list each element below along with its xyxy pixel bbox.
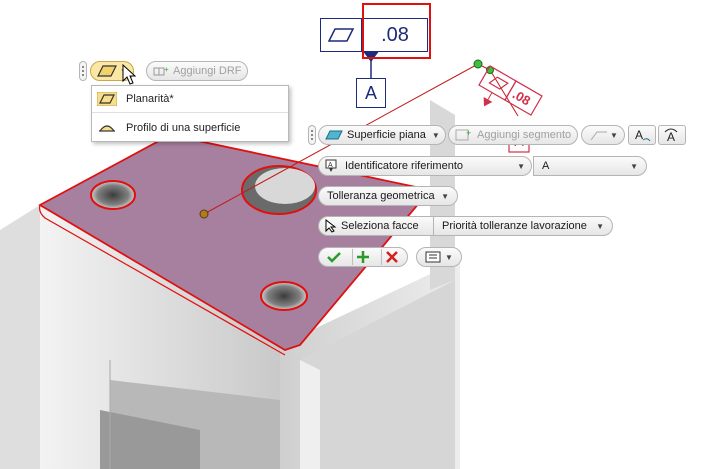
datum-value-dropdown[interactable]: A ▼: [533, 156, 647, 176]
surface-type-label: Superficie piana: [347, 129, 426, 141]
menu-item-label: Planarità*: [126, 93, 174, 105]
leader-grip-green[interactable]: [473, 59, 483, 69]
menu-item-flatness[interactable]: Planarità*: [92, 86, 288, 112]
mouse-cursor-icon: [122, 64, 137, 85]
line-style-dropdown[interactable]: ▼: [581, 125, 625, 145]
datum-box[interactable]: A: [356, 78, 386, 108]
datum-label: A: [364, 82, 377, 103]
hole-bottom: [260, 281, 308, 311]
chevron-down-icon: ▼: [610, 130, 618, 140]
add-segment-label: Aggiungi segmento: [477, 129, 572, 141]
plane-surface-icon: [325, 130, 343, 140]
toolbar-grip[interactable]: [79, 61, 87, 81]
machining-priority-label: Priorità tolleranze lavorazione: [442, 220, 587, 232]
flatness-icon: [327, 28, 355, 42]
surface-profile-icon: [97, 121, 117, 135]
gdt-symbol-cell[interactable]: [320, 18, 362, 52]
action-buttons: [318, 247, 408, 267]
cursor-select-icon: [325, 219, 337, 233]
ok-button[interactable]: [324, 249, 344, 265]
geometric-tolerance-dropdown[interactable]: Tolleranza geometrica ▼: [318, 186, 458, 206]
text-style-button[interactable]: A: [628, 125, 656, 145]
svg-text:A: A: [667, 130, 675, 143]
text-style-icon: A: [635, 128, 651, 142]
add-segment-button[interactable]: + Aggiungi segmento: [448, 125, 578, 145]
options-menu-icon: [425, 251, 441, 263]
preview-control-frame: .08: [478, 65, 543, 116]
hole-left: [90, 180, 136, 210]
attach-point[interactable]: [199, 209, 209, 219]
leader-style-icon: [590, 131, 607, 141]
chevron-down-icon: ▼: [517, 161, 525, 171]
surface-type-dropdown[interactable]: Superficie piana ▼: [318, 125, 446, 145]
menu-item-surface-profile[interactable]: Profilo di una superficie: [92, 115, 288, 141]
svg-text:A: A: [635, 128, 643, 142]
tolerance-type-menu: Planarità* Profilo di una superficie: [91, 85, 289, 142]
svg-text:+: +: [164, 65, 169, 74]
add-drf-icon: +: [153, 65, 169, 76]
machining-priority-dropdown[interactable]: Priorità tolleranze lavorazione ▼: [433, 216, 613, 236]
text-edit-button[interactable]: A: [658, 125, 686, 145]
add-segment-icon: +: [455, 128, 471, 141]
check-icon: [327, 252, 341, 263]
text-edit-icon: A: [664, 128, 678, 143]
chevron-down-icon: ▼: [630, 161, 638, 171]
geometric-tolerance-label: Tolleranza geometrica: [327, 190, 435, 202]
datum-identifier-label: Identificatore riferimento: [345, 160, 463, 172]
apply-button[interactable]: [352, 249, 373, 265]
select-faces-button[interactable]: Seleziona facce: [318, 216, 434, 236]
menu-item-label: Profilo di una superficie: [126, 122, 241, 134]
x-icon: [386, 251, 398, 263]
chevron-down-icon: ▼: [441, 191, 449, 201]
chevron-down-icon: ▼: [596, 221, 604, 231]
svg-text:A: A: [328, 162, 333, 169]
chevron-down-icon: ▼: [445, 252, 453, 262]
datum-identifier-dropdown[interactable]: A Identificatore riferimento ▼: [318, 156, 532, 176]
datum-value: A: [542, 160, 550, 172]
tolerance-highlight: [362, 3, 431, 59]
feature-toolbar-grip[interactable]: [308, 125, 316, 145]
plus-icon: [357, 251, 369, 263]
select-faces-label: Seleziona facce: [341, 220, 419, 232]
datum-identifier-icon: A: [325, 159, 337, 172]
flatness-icon: [96, 91, 118, 107]
add-drf-label: Aggiungi DRF: [173, 65, 242, 77]
options-menu-button[interactable]: ▼: [416, 247, 462, 267]
chevron-down-icon: ▼: [431, 130, 440, 140]
cancel-button[interactable]: [381, 249, 402, 265]
menu-divider: [92, 112, 288, 113]
flatness-icon: [488, 76, 509, 90]
flatness-icon: [97, 65, 117, 77]
add-drf-button[interactable]: + Aggiungi DRF: [146, 61, 248, 81]
svg-text:+: +: [466, 128, 471, 138]
